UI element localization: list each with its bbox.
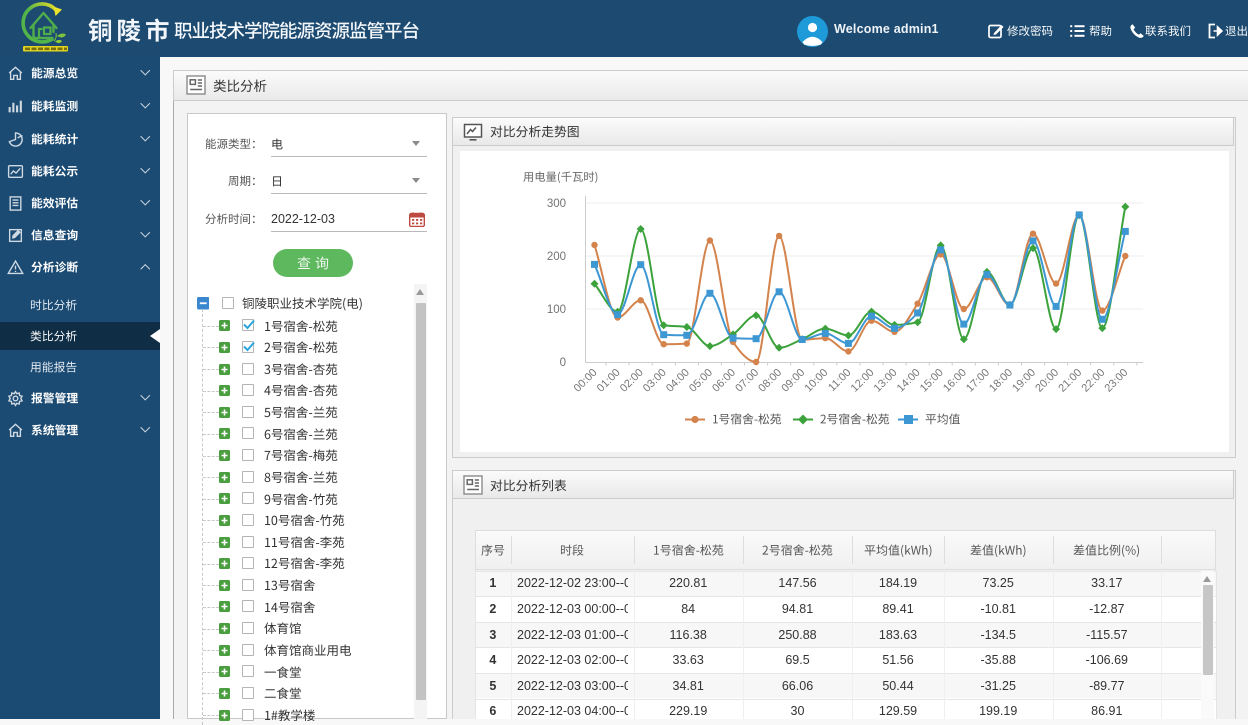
svg-text:300: 300 xyxy=(547,198,566,210)
svg-text:07:00: 07:00 xyxy=(733,367,761,395)
svg-text:01:00: 01:00 xyxy=(595,367,623,395)
svg-text:03:00: 03:00 xyxy=(641,367,669,395)
svg-text:06:00: 06:00 xyxy=(710,367,738,395)
svg-text:10:00: 10:00 xyxy=(802,367,830,395)
svg-text:23:00: 23:00 xyxy=(1102,367,1130,395)
svg-text:17:00: 17:00 xyxy=(964,367,992,395)
svg-text:04:00: 04:00 xyxy=(664,367,692,395)
svg-text:15:00: 15:00 xyxy=(918,367,946,395)
svg-text:08:00: 08:00 xyxy=(756,367,784,395)
svg-text:21:00: 21:00 xyxy=(1056,367,1084,395)
svg-text:00:00: 00:00 xyxy=(572,367,600,395)
svg-text:100: 100 xyxy=(547,304,566,316)
svg-text:14:00: 14:00 xyxy=(895,367,923,395)
svg-text:18:00: 18:00 xyxy=(987,367,1015,395)
svg-text:11:00: 11:00 xyxy=(826,367,853,394)
svg-text:16:00: 16:00 xyxy=(941,367,969,395)
svg-text:13:00: 13:00 xyxy=(872,367,900,395)
svg-text:02:00: 02:00 xyxy=(618,367,646,395)
svg-text:0: 0 xyxy=(560,357,566,369)
svg-text:09:00: 09:00 xyxy=(779,367,807,395)
svg-text:12:00: 12:00 xyxy=(849,367,877,395)
svg-text:19:00: 19:00 xyxy=(1010,367,1038,395)
svg-text:05:00: 05:00 xyxy=(687,367,715,395)
svg-text:20:00: 20:00 xyxy=(1033,367,1061,395)
svg-text:200: 200 xyxy=(547,251,566,263)
svg-text:22:00: 22:00 xyxy=(1079,367,1107,395)
